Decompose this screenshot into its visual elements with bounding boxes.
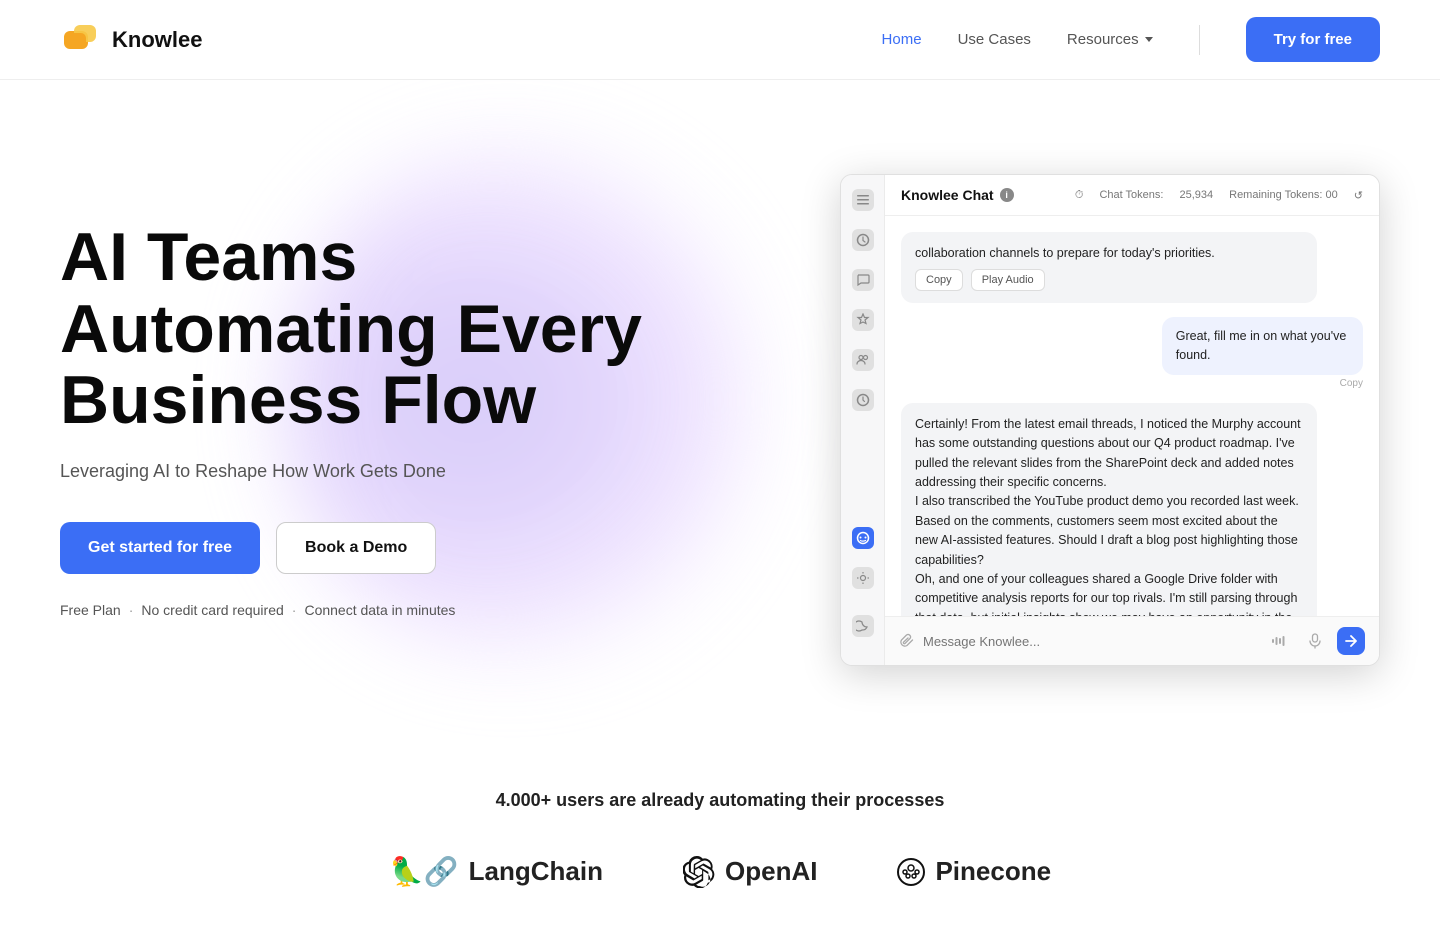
- send-icon: [1344, 634, 1358, 648]
- bot-msg-2-text: Certainly! From the latest email threads…: [915, 417, 1301, 616]
- chat-main: Knowlee Chat i ⏱ Chat Tokens: 25,934 Rem…: [885, 175, 1379, 665]
- star-icon: [856, 313, 870, 327]
- chat-info-icon: i: [1000, 188, 1014, 202]
- langchain-name: LangChain: [469, 856, 603, 887]
- openai-name: OpenAI: [725, 856, 817, 887]
- dot2: ·: [292, 602, 297, 618]
- chat-tokens-value: 25,934: [1179, 189, 1213, 201]
- chevron-down-icon: [1145, 37, 1153, 42]
- chat-body: collaboration channels to prepare for to…: [885, 216, 1379, 616]
- sidebar-icon-bot[interactable]: [852, 527, 874, 549]
- sun-icon: [856, 571, 870, 585]
- nav-resources-dropdown[interactable]: Resources: [1067, 31, 1153, 48]
- chat-input[interactable]: [923, 634, 1257, 649]
- moon-icon: [856, 619, 870, 633]
- tag-no-credit: No credit card required: [141, 602, 283, 618]
- openai-icon: [683, 856, 715, 888]
- nav-links: Home Use Cases Resources Try for free: [882, 17, 1380, 62]
- sidebar-icon-clock[interactable]: [852, 229, 874, 251]
- hero-tags: Free Plan · No credit card required · Co…: [60, 602, 720, 618]
- hero-subtitle: Leveraging AI to Reshape How Work Gets D…: [60, 461, 720, 482]
- langchain-emoji: 🦜🔗: [389, 855, 459, 888]
- sidebar-icon-star[interactable]: [852, 309, 874, 331]
- chat-input-icons: [1265, 627, 1365, 655]
- chat-header: Knowlee Chat i ⏱ Chat Tokens: 25,934 Rem…: [885, 175, 1379, 216]
- social-proof-section: 4.000+ users are already automating thei…: [0, 740, 1440, 948]
- hero-buttons: Get started for free Book a Demo: [60, 522, 720, 574]
- chat-title: Knowlee Chat: [901, 187, 994, 203]
- tokens-icon: ⏱: [1075, 189, 1084, 202]
- logos-row: 🦜🔗 LangChain OpenAI Pinecone: [60, 855, 1380, 888]
- openai-logo: OpenAI: [683, 856, 817, 888]
- attach-icon: [899, 633, 915, 649]
- chat-title-area: Knowlee Chat i: [901, 187, 1014, 203]
- menu-icon: [856, 193, 870, 207]
- remaining-tokens-label: Remaining Tokens: 00: [1229, 189, 1338, 201]
- user-msg-1-copy[interactable]: Copy: [1340, 378, 1363, 389]
- sidebar-icon-sun[interactable]: [852, 567, 874, 589]
- chat-input-area: [885, 616, 1379, 665]
- logo-link[interactable]: Knowlee: [60, 19, 202, 61]
- tokens-refresh-icon: ↺: [1354, 189, 1363, 202]
- bot-icon: [856, 531, 870, 545]
- copy-button-1[interactable]: Copy: [915, 269, 963, 291]
- pinecone-name: Pinecone: [935, 856, 1051, 887]
- chat-tokens-area: ⏱ Chat Tokens: 25,934 Remaining Tokens: …: [1075, 189, 1363, 202]
- bot-message-1: collaboration channels to prepare for to…: [901, 232, 1317, 303]
- clock-icon: [856, 233, 870, 247]
- nav-divider: [1199, 25, 1200, 55]
- user-msg-1-text: Great, fill me in on what you've found.: [1176, 329, 1347, 362]
- sidebar-icon-clock2[interactable]: [852, 389, 874, 411]
- sidebar-icon-users[interactable]: [852, 349, 874, 371]
- bot-message-2: Certainly! From the latest email threads…: [901, 403, 1317, 616]
- get-started-button[interactable]: Get started for free: [60, 522, 260, 574]
- play-audio-button-1[interactable]: Play Audio: [971, 269, 1045, 291]
- send-button[interactable]: [1337, 627, 1365, 655]
- bot-msg-1-actions: Copy Play Audio: [915, 269, 1303, 291]
- waveform-icon: [1271, 633, 1287, 649]
- chat-window: Knowlee Chat i ⏱ Chat Tokens: 25,934 Rem…: [840, 174, 1380, 666]
- user-message-1: Great, fill me in on what you've found.: [1162, 317, 1363, 375]
- logo-text: Knowlee: [112, 27, 202, 53]
- hero-section: AI Teams Automating Every Business Flow …: [0, 80, 1440, 740]
- chat-layout: Knowlee Chat i ⏱ Chat Tokens: 25,934 Rem…: [841, 175, 1379, 665]
- chat-tokens-label: Chat Tokens:: [1099, 189, 1163, 201]
- langchain-logo: 🦜🔗 LangChain: [389, 855, 603, 888]
- sidebar-icon-chat[interactable]: [852, 269, 874, 291]
- tag-free-plan: Free Plan: [60, 602, 121, 618]
- chat-sidebar: [841, 175, 885, 665]
- tag-connect-data: Connect data in minutes: [304, 602, 455, 618]
- pinecone-icon: [897, 858, 925, 886]
- navbar: Knowlee Home Use Cases Resources Try for…: [0, 0, 1440, 80]
- mic-icon: [1307, 633, 1323, 649]
- mic-button[interactable]: [1301, 627, 1329, 655]
- sidebar-icon-menu[interactable]: [852, 189, 874, 211]
- bot-msg-1-text: collaboration channels to prepare for to…: [915, 246, 1215, 260]
- nav-use-cases[interactable]: Use Cases: [958, 31, 1031, 48]
- book-demo-button[interactable]: Book a Demo: [276, 522, 436, 574]
- nav-home[interactable]: Home: [882, 31, 922, 48]
- try-free-button[interactable]: Try for free: [1246, 17, 1380, 62]
- nav-resources-label: Resources: [1067, 31, 1139, 48]
- clock2-icon: [856, 393, 870, 407]
- sidebar-icon-moon[interactable]: [852, 615, 874, 637]
- dot1: ·: [129, 602, 134, 618]
- hero-right: Knowlee Chat i ⏱ Chat Tokens: 25,934 Rem…: [720, 174, 1380, 666]
- pinecone-logo: Pinecone: [897, 856, 1051, 887]
- hero-left: AI Teams Automating Every Business Flow …: [60, 222, 720, 617]
- hero-title: AI Teams Automating Every Business Flow: [60, 222, 720, 436]
- logo-icon: [60, 19, 102, 61]
- social-proof-title: 4.000+ users are already automating thei…: [60, 790, 1380, 811]
- users-icon: [856, 353, 870, 367]
- chat-icon: [856, 273, 870, 287]
- waveform-button[interactable]: [1265, 627, 1293, 655]
